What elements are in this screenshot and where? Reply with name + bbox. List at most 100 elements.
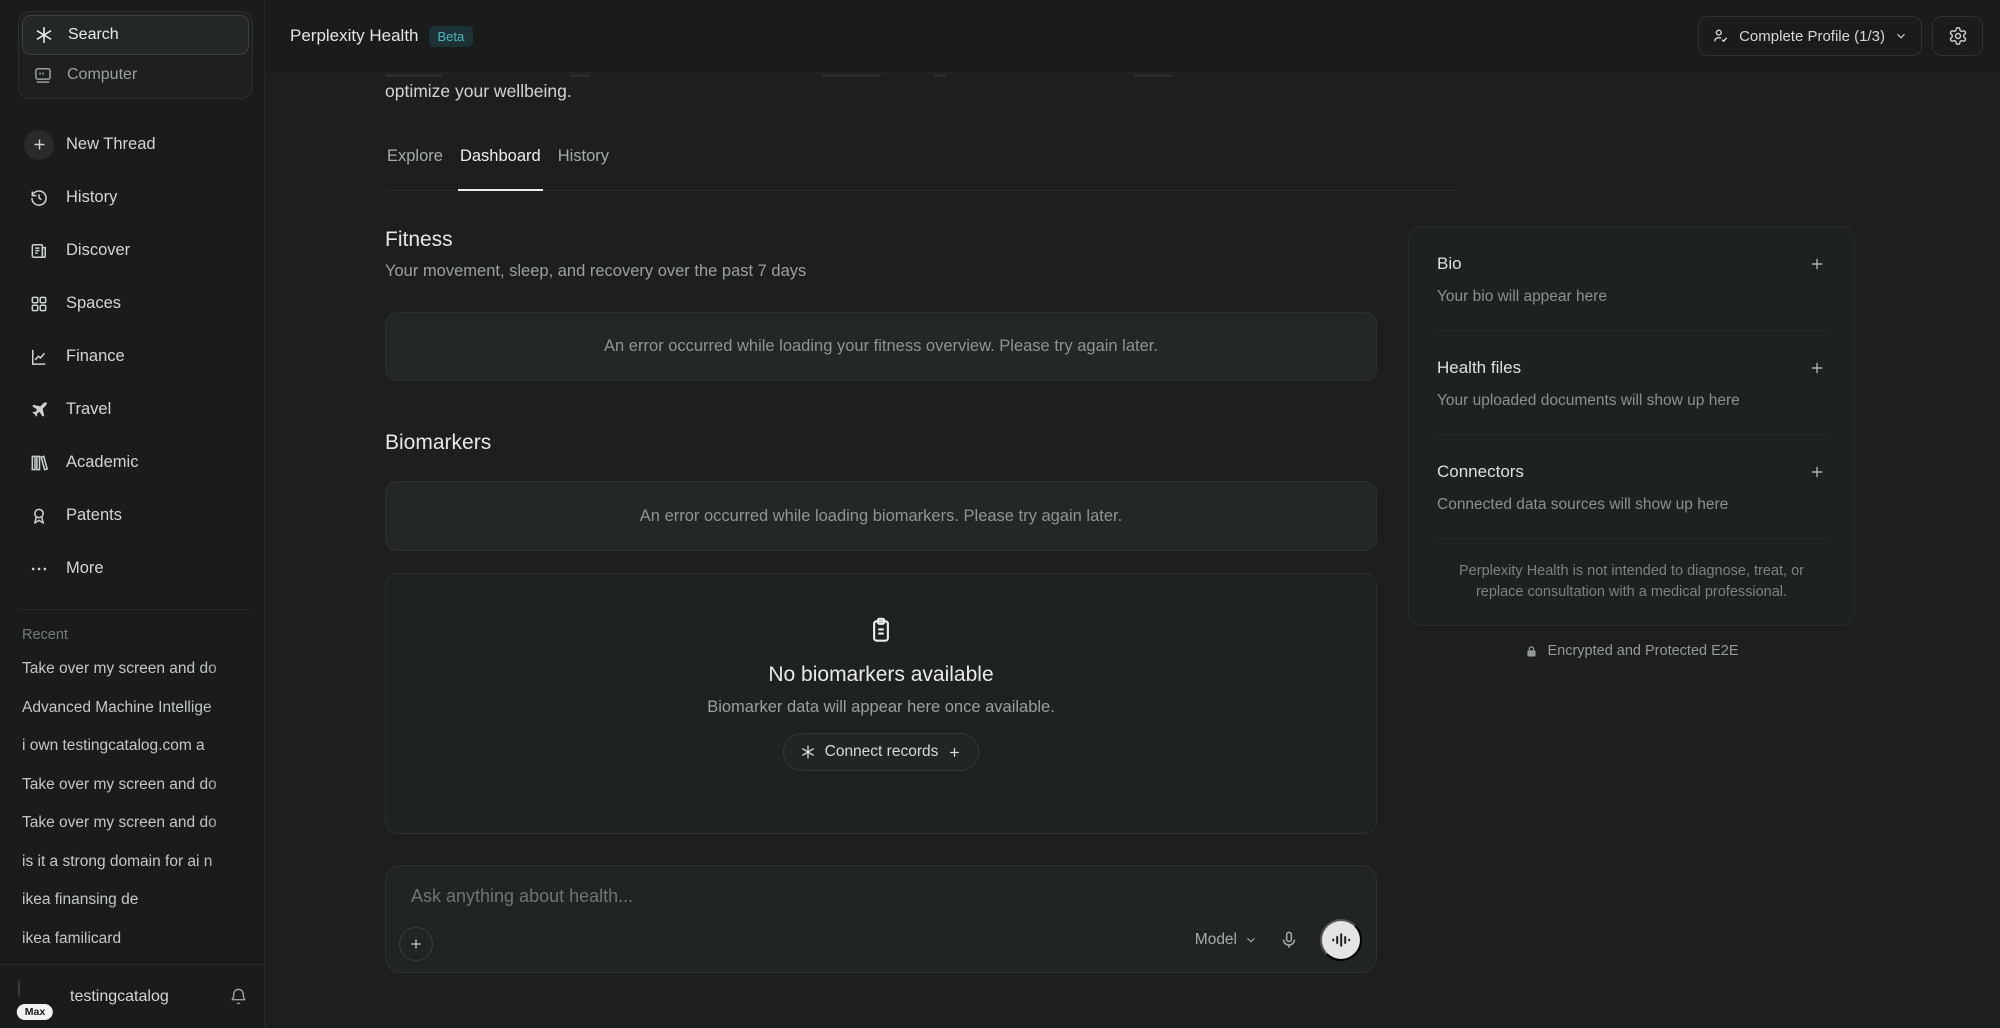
sidebar-item-label: Patents <box>66 506 122 525</box>
recent-thread[interactable]: Take over my screen and do <box>22 766 262 805</box>
sidebar-item-label: Finance <box>66 347 125 366</box>
clipped-text-fragment <box>821 74 881 77</box>
encryption-note-text: Encrypted and Protected E2E <box>1547 643 1738 659</box>
profile-side-panel: Bio Your bio will appear here Health fil… <box>1408 226 1855 626</box>
medical-disclaimer: Perplexity Health is not intended to dia… <box>1437 539 1826 602</box>
username: testingcatalog <box>70 988 169 1006</box>
tab-explore[interactable]: Explore <box>385 136 445 190</box>
ask-health-input[interactable] <box>411 886 1031 907</box>
clipped-text-fragment <box>1133 74 1173 77</box>
user-account-row[interactable]: Max testingcatalog <box>0 964 264 1028</box>
fitness-error-banner: An error occurred while loading your fit… <box>385 312 1377 381</box>
topbar-actions: Complete Profile (1/3) <box>1698 16 1983 56</box>
settings-button[interactable] <box>1932 16 1983 56</box>
clipped-text-fragment <box>570 74 590 77</box>
computer-icon <box>32 65 54 85</box>
health-files-empty-text: Your uploaded documents will show up her… <box>1437 392 1826 410</box>
sidebar-nav: New Thread History Discover Spaces <box>0 118 264 595</box>
model-label: Model <box>1195 931 1237 949</box>
health-files-title: Health files <box>1437 358 1521 378</box>
sidebar-item-patents[interactable]: Patents <box>0 489 264 542</box>
attach-button[interactable] <box>399 927 433 961</box>
biomarkers-error-banner: An error occurred while loading biomarke… <box>385 481 1377 551</box>
add-bio-button[interactable] <box>1808 255 1826 273</box>
mode-search[interactable]: Search <box>22 15 249 55</box>
avatar-badge: Max <box>15 1002 55 1022</box>
sidebar-item-travel[interactable]: Travel <box>0 383 264 436</box>
composer-actions: Model <box>1195 919 1362 961</box>
mode-search-label: Search <box>68 26 119 44</box>
sidebar-item-label: Spaces <box>66 294 121 313</box>
perplexity-logo-icon <box>33 25 55 45</box>
health-files-section: Health files Your uploaded documents wil… <box>1437 331 1826 435</box>
user-check-icon <box>1712 27 1730 45</box>
sidebar-item-label: Academic <box>66 453 138 472</box>
plus-icon <box>947 745 962 760</box>
add-connector-button[interactable] <box>1808 463 1826 481</box>
sidebar-item-label: Discover <box>66 241 130 260</box>
composer: Model <box>385 865 1377 973</box>
bio-empty-text: Your bio will appear here <box>1437 288 1826 306</box>
connect-records-label: Connect records <box>825 743 939 761</box>
sidebar-item-new-thread[interactable]: New Thread <box>0 118 264 171</box>
avatar[interactable]: Max <box>18 980 52 1014</box>
clipboard-icon <box>866 615 896 645</box>
recent-thread[interactable]: ikea familicard <box>22 920 262 959</box>
main-content: optimize your wellbeing. Explore Dashboa… <box>265 72 2000 1028</box>
biomarkers-empty-card: No biomarkers available Biomarker data w… <box>385 573 1377 834</box>
travel-icon <box>24 395 54 425</box>
chevron-down-icon <box>1894 29 1908 43</box>
empty-state-title: No biomarkers available <box>768 663 993 687</box>
finance-icon <box>24 342 54 372</box>
sidebar-item-more[interactable]: More <box>0 542 264 595</box>
lock-icon <box>1524 644 1539 659</box>
intro-text: optimize your wellbeing. <box>385 81 572 102</box>
perplexity-health-app: Search Computer New Thread History <box>0 0 2000 1028</box>
model-selector[interactable]: Model <box>1195 931 1258 949</box>
sidebar-item-label: History <box>66 188 117 207</box>
tab-history[interactable]: History <box>556 136 611 190</box>
recent-thread[interactable]: Take over my screen and do <box>22 650 262 689</box>
recent-section-label: Recent <box>22 627 68 643</box>
complete-profile-button[interactable]: Complete Profile (1/3) <box>1698 16 1922 56</box>
mode-switcher: Search Computer <box>18 11 253 99</box>
clipped-text-fragment <box>385 74 443 77</box>
biomarkers-section-title: Biomarkers <box>385 431 491 455</box>
sidebar-item-discover[interactable]: Discover <box>0 224 264 277</box>
empty-state-subtitle: Biomarker data will appear here once ava… <box>707 698 1055 717</box>
sidebar-item-academic[interactable]: Academic <box>0 436 264 489</box>
recent-thread[interactable]: Take over my screen and do <box>22 804 262 843</box>
recent-thread[interactable]: is it a strong domain for ai n <box>22 843 262 882</box>
academic-icon <box>24 448 54 478</box>
page-title: Perplexity Health <box>290 26 419 46</box>
sidebar-item-label: More <box>66 559 104 578</box>
connectors-section: Connectors Connected data sources will s… <box>1437 435 1826 539</box>
fitness-section-title: Fitness <box>385 228 453 252</box>
mode-computer-label: Computer <box>67 66 137 84</box>
voice-mode-button[interactable] <box>1320 919 1362 961</box>
tab-dashboard[interactable]: Dashboard <box>458 136 543 190</box>
sidebar-item-label: New Thread <box>66 135 156 154</box>
clipped-text-fragment <box>933 74 947 77</box>
microphone-icon[interactable] <box>1279 930 1299 950</box>
bio-section: Bio Your bio will appear here <box>1437 227 1826 331</box>
discover-icon <box>24 236 54 266</box>
bell-icon[interactable] <box>229 987 248 1006</box>
recent-thread[interactable]: ikea finansing de <box>22 881 262 920</box>
perplexity-logo-icon <box>800 744 816 760</box>
recent-thread[interactable]: Advanced Machine Intellige <box>22 689 262 728</box>
sidebar-item-history[interactable]: History <box>0 171 264 224</box>
biomarkers-error-text: An error occurred while loading biomarke… <box>640 507 1122 526</box>
plus-icon <box>24 130 54 160</box>
sidebar-item-finance[interactable]: Finance <box>0 330 264 383</box>
connect-records-button[interactable]: Connect records <box>783 733 980 771</box>
topbar: Perplexity Health Beta Complete Profile … <box>265 0 2000 72</box>
avatar-image <box>18 979 20 998</box>
recent-thread[interactable]: i own testingcatalog.com a <box>22 727 262 766</box>
mode-computer[interactable]: Computer <box>22 55 249 95</box>
add-health-file-button[interactable] <box>1808 359 1826 377</box>
waveform-icon <box>1331 930 1351 950</box>
sidebar-item-spaces[interactable]: Spaces <box>0 277 264 330</box>
sidebar-divider <box>18 609 252 610</box>
chevron-down-icon <box>1244 933 1258 947</box>
